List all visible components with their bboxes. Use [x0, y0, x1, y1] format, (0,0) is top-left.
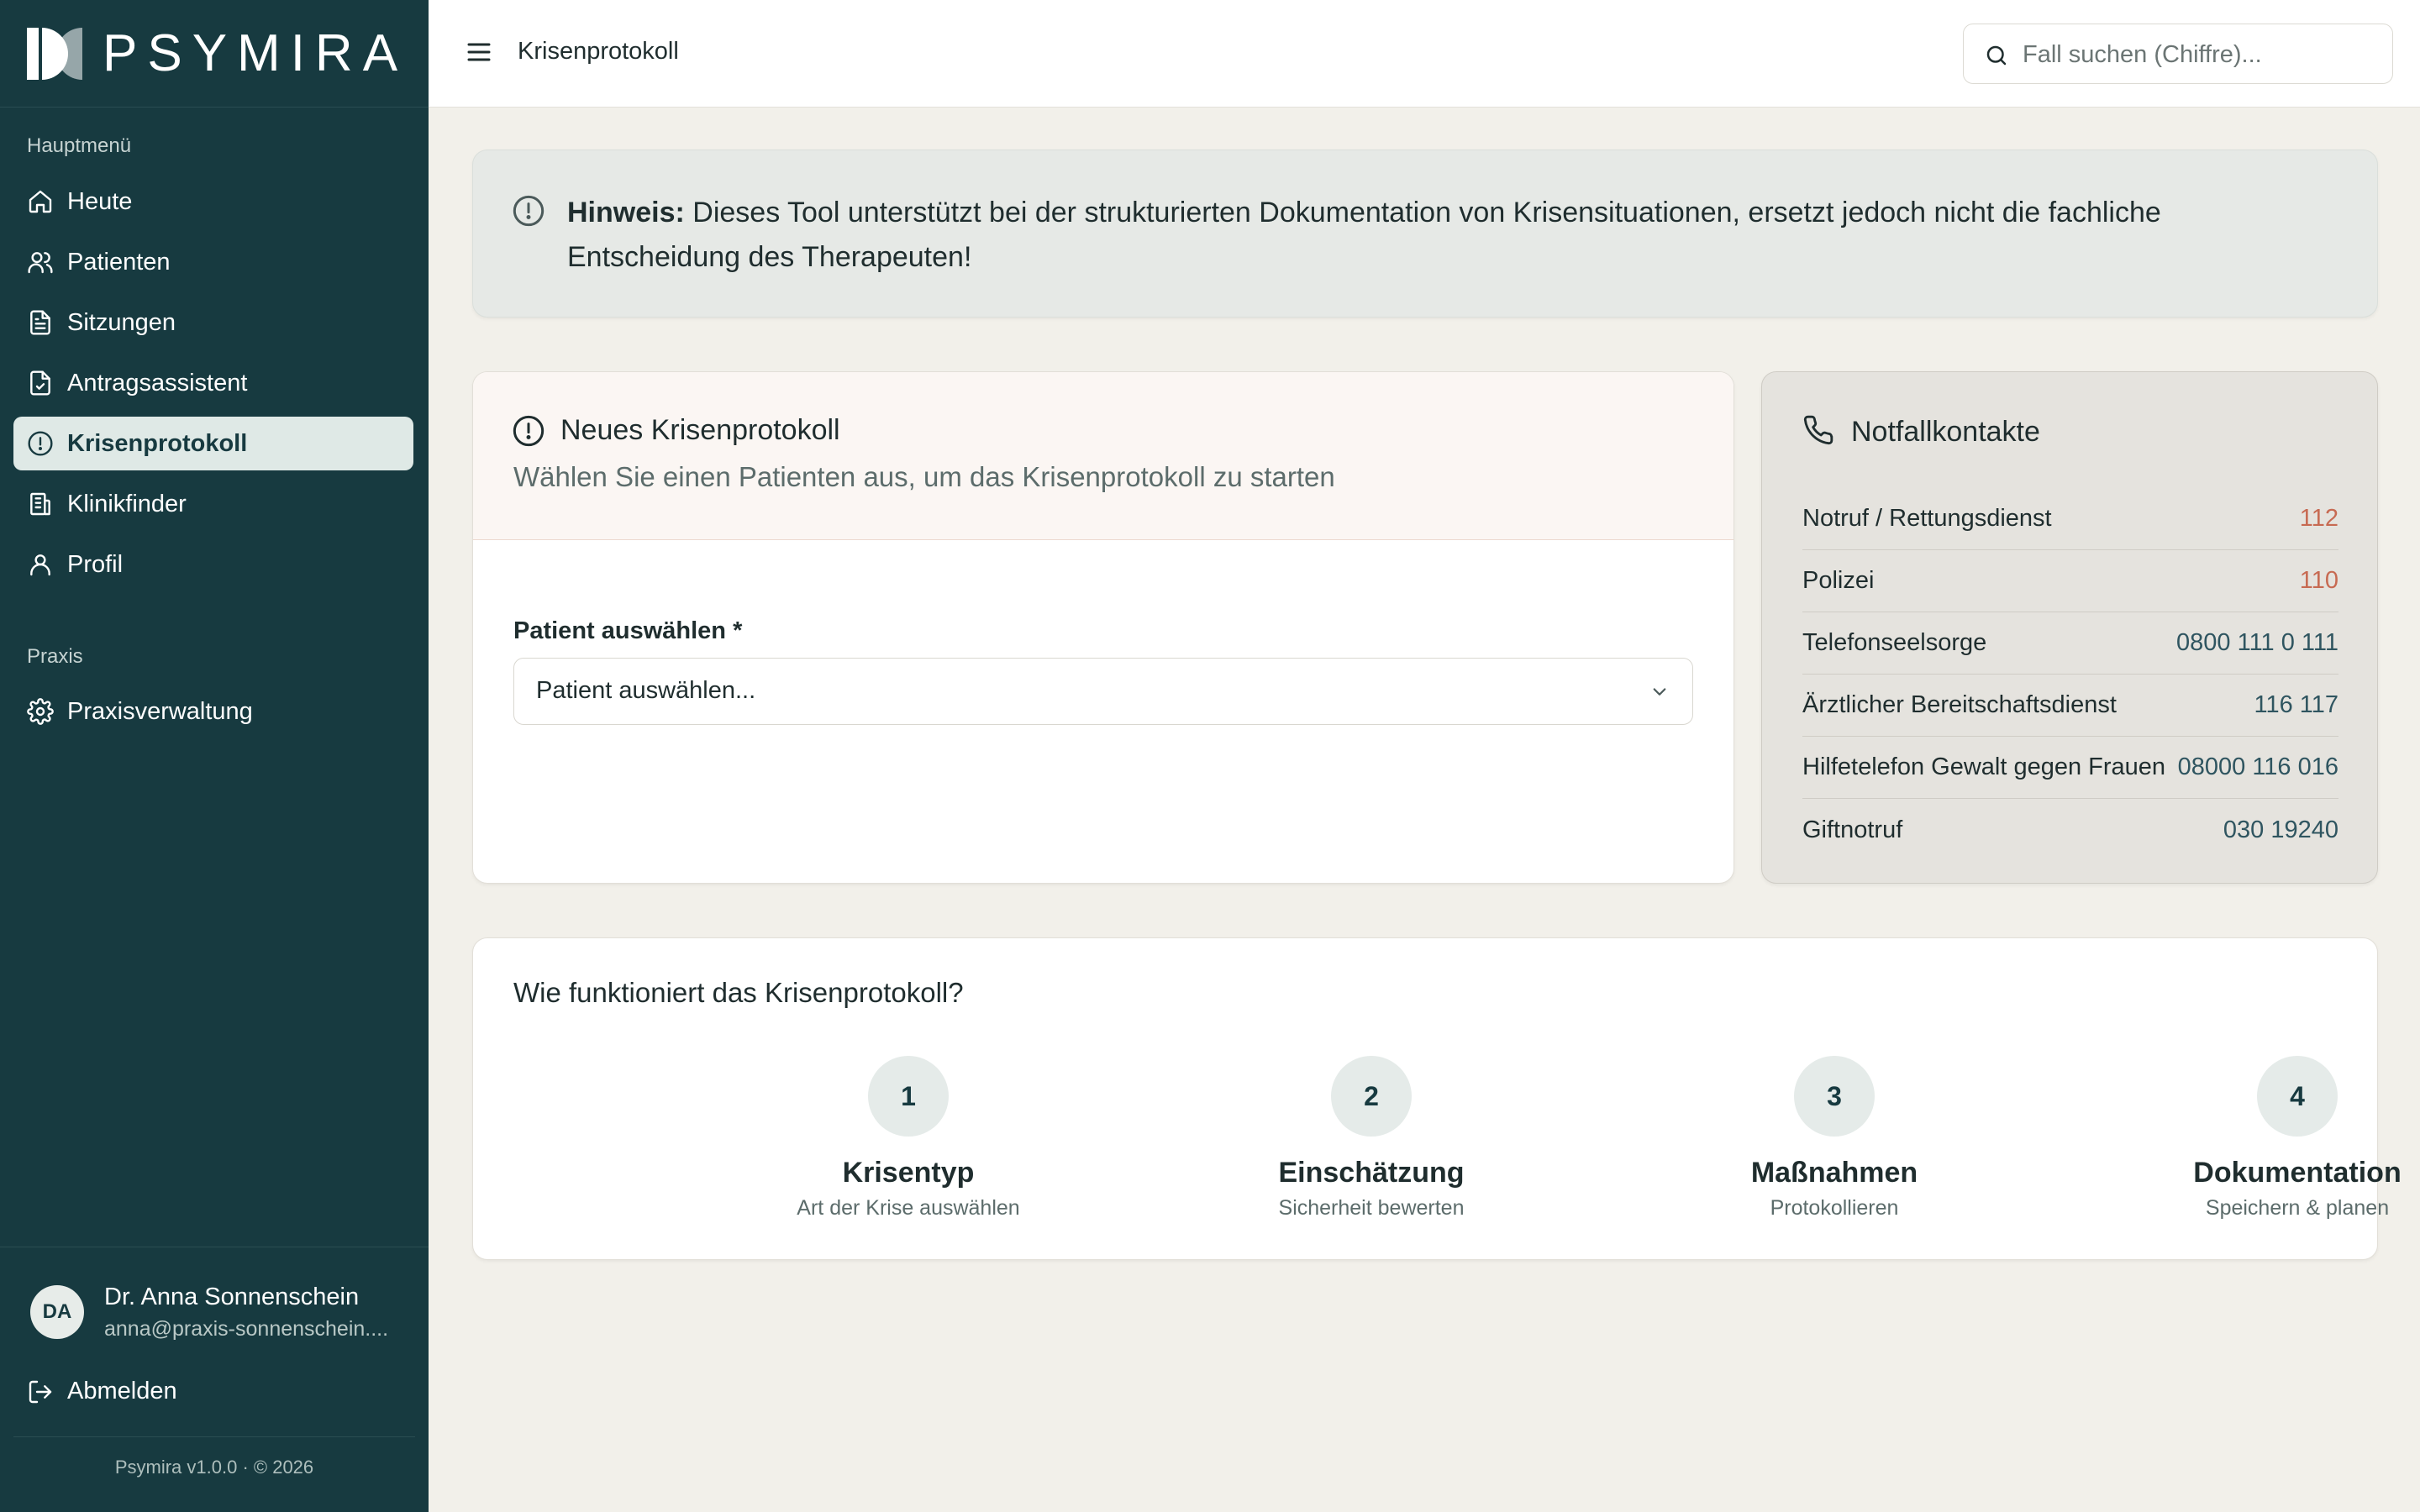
- step-1: 1 Krisentyp Art der Krise auswählen: [732, 1056, 1085, 1221]
- sidebar-item-label: Krisenprotokoll: [67, 429, 248, 457]
- contact-number[interactable]: 0800 111 0 111: [2176, 629, 2338, 657]
- step-title: Maßnahmen: [1750, 1157, 1918, 1189]
- document-icon: [30, 310, 50, 335]
- how-it-works-card: Wie funktioniert das Krisenprotokoll? 1 …: [472, 937, 2402, 1260]
- new-crisis-card: Neues Krisenprotokoll Wählen Sie einen P…: [472, 371, 1734, 884]
- building-icon: [30, 492, 50, 516]
- step-title: Dokumentation: [2193, 1157, 2402, 1189]
- step-subtitle: Speichern & planen: [2205, 1196, 2390, 1220]
- sidebar-item-patienten[interactable]: Patienten: [13, 235, 413, 289]
- gear-icon: [27, 698, 54, 725]
- contact-name: Notruf / Rettungsdienst: [1802, 505, 2052, 532]
- contact-number[interactable]: 030 19240: [2223, 816, 2338, 844]
- user-icon: [30, 554, 50, 576]
- hint-notice: Hinweis: Dieses Tool unterstützt bei der…: [472, 150, 2378, 318]
- sidebar-item-heute[interactable]: Heute: [13, 175, 413, 228]
- brand-name: PSYMIRA: [103, 24, 408, 82]
- crisis-card-header: Neues Krisenprotokoll Wählen Sie einen P…: [473, 372, 1733, 540]
- patient-select-label: Patient auswählen *: [513, 617, 743, 644]
- sidebar-item-label: Patienten: [67, 248, 171, 276]
- sidebar-item-label: Praxisverwaltung: [67, 697, 253, 725]
- step-number: 2: [1331, 1056, 1412, 1137]
- top-header: Krisenprotokoll: [429, 0, 2420, 108]
- notice-text: Hinweis: Dieses Tool unterstützt bei der…: [567, 191, 2332, 280]
- step-2: 2 Einschätzung Sicherheit bewerten: [1195, 1056, 1548, 1221]
- step-number: 3: [1794, 1056, 1875, 1137]
- home-icon: [29, 190, 52, 213]
- contact-name: Polizei: [1802, 567, 1875, 594]
- psymira-logo-icon: [27, 27, 82, 80]
- search-icon: [1986, 45, 2007, 66]
- logout-button[interactable]: Abmelden: [27, 1378, 177, 1405]
- sidebar-item-label: Profil: [67, 550, 124, 578]
- step-title: Krisentyp: [842, 1157, 975, 1189]
- contacts-title: Notfallkontakte: [1851, 416, 2040, 448]
- how-it-works-title: Wie funktioniert das Krisenprotokoll?: [513, 977, 964, 1008]
- contact-name: Ärztlicher Bereitschaftsdienst: [1802, 691, 2117, 718]
- file-check-icon: [30, 370, 50, 396]
- contact-number[interactable]: 110: [2300, 567, 2338, 595]
- step-subtitle: Art der Krise auswählen: [797, 1196, 1020, 1220]
- menu-icon[interactable]: [464, 37, 494, 67]
- contact-name: Telefonseelsorge: [1802, 629, 1987, 656]
- avatar[interactable]: DA: [30, 1285, 84, 1339]
- contact-name: Hilfetelefon Gewalt gegen Frauen: [1802, 753, 2166, 780]
- sidebar-item-label: Sitzungen: [67, 308, 176, 336]
- sidebar-item-klinikfinder[interactable]: Klinikfinder: [13, 477, 413, 531]
- contact-row[interactable]: Notruf / Rettungsdienst 112: [1802, 488, 2338, 550]
- contact-row[interactable]: Ärztlicher Bereitschaftsdienst 116 117: [1802, 675, 2338, 737]
- contact-row[interactable]: Polizei 110: [1802, 550, 2338, 612]
- user-email: anna@praxis-sonnenschein....: [104, 1317, 389, 1341]
- alert-circle-icon: [28, 431, 53, 456]
- step-number: 1: [868, 1056, 949, 1137]
- step-3: 3 Maßnahmen Protokollieren: [1658, 1056, 2011, 1221]
- contact-row[interactable]: Hilfetelefon Gewalt gegen Frauen 08000 1…: [1802, 737, 2338, 799]
- nav-section-main: Hauptmenü: [27, 134, 132, 157]
- notice-body: Dieses Tool unterstützt bei der struktur…: [567, 197, 2161, 273]
- sidebar: PSYMIRA Hauptmenü Heute Patienten Sitzun…: [0, 0, 429, 1512]
- sidebar-item-label: Heute: [67, 187, 133, 215]
- logout-label: Abmelden: [67, 1378, 177, 1404]
- sidebar-item-sitzungen[interactable]: Sitzungen: [13, 296, 413, 349]
- contact-number[interactable]: 116 117: [2254, 691, 2338, 719]
- sidebar-item-label: Klinikfinder: [67, 490, 187, 517]
- sidebar-item-krisenprotokoll[interactable]: Krisenprotokoll: [13, 417, 413, 470]
- sidebar-item-antragsassistent[interactable]: Antragsassistent: [13, 356, 413, 410]
- user-name: Dr. Anna Sonnenschein: [104, 1284, 360, 1310]
- step-subtitle: Protokollieren: [1770, 1196, 1899, 1220]
- step-number: 4: [2257, 1056, 2338, 1137]
- search-box[interactable]: [1963, 24, 2393, 84]
- nav-section-praxis: Praxis: [27, 645, 83, 668]
- page-title: Krisenprotokoll: [518, 38, 679, 65]
- notice-label: Hinweis:: [567, 197, 685, 228]
- chevron-down-icon: [1653, 688, 1666, 696]
- crisis-card-subtitle: Wählen Sie einen Patienten aus, um das K…: [513, 461, 1335, 492]
- patient-select-value: Patient auswählen...: [536, 677, 756, 704]
- sidebar-item-praxisverwaltung[interactable]: Praxisverwaltung: [13, 685, 413, 738]
- version-text: Psymira v1.0.0 · © 2026: [114, 1457, 314, 1478]
- patient-select[interactable]: Patient auswählen...: [513, 658, 1693, 725]
- contact-number[interactable]: 08000 116 016: [2178, 753, 2338, 781]
- sidebar-item-profil[interactable]: Profil: [13, 538, 413, 591]
- brand[interactable]: PSYMIRA: [0, 0, 429, 108]
- step-title: Einschätzung: [1278, 1157, 1465, 1189]
- footer-divider: [13, 1436, 415, 1437]
- phone-icon: [1803, 415, 1833, 445]
- sidebar-item-label: Antragsassistent: [67, 369, 248, 396]
- users-icon: [28, 252, 53, 274]
- step-subtitle: Sicherheit bewerten: [1278, 1196, 1465, 1220]
- contact-row[interactable]: Telefonseelsorge 0800 111 0 111: [1802, 612, 2338, 675]
- emergency-contacts-card: Notfallkontakte Notruf / Rettungsdienst …: [1761, 371, 2378, 884]
- contact-row[interactable]: Giftnotruf 030 19240: [1802, 799, 2338, 861]
- alert-circle-icon: [513, 415, 544, 447]
- alert-circle-icon: [513, 195, 544, 227]
- contact-name: Giftnotruf: [1802, 816, 1903, 843]
- step-4: 4 Dokumentation Speichern & planen: [2121, 1056, 2420, 1221]
- logout-icon: [29, 1380, 52, 1403]
- crisis-card-title: Neues Krisenprotokoll: [560, 414, 840, 446]
- search-input[interactable]: [2023, 36, 2375, 73]
- contact-number[interactable]: 112: [2300, 505, 2338, 533]
